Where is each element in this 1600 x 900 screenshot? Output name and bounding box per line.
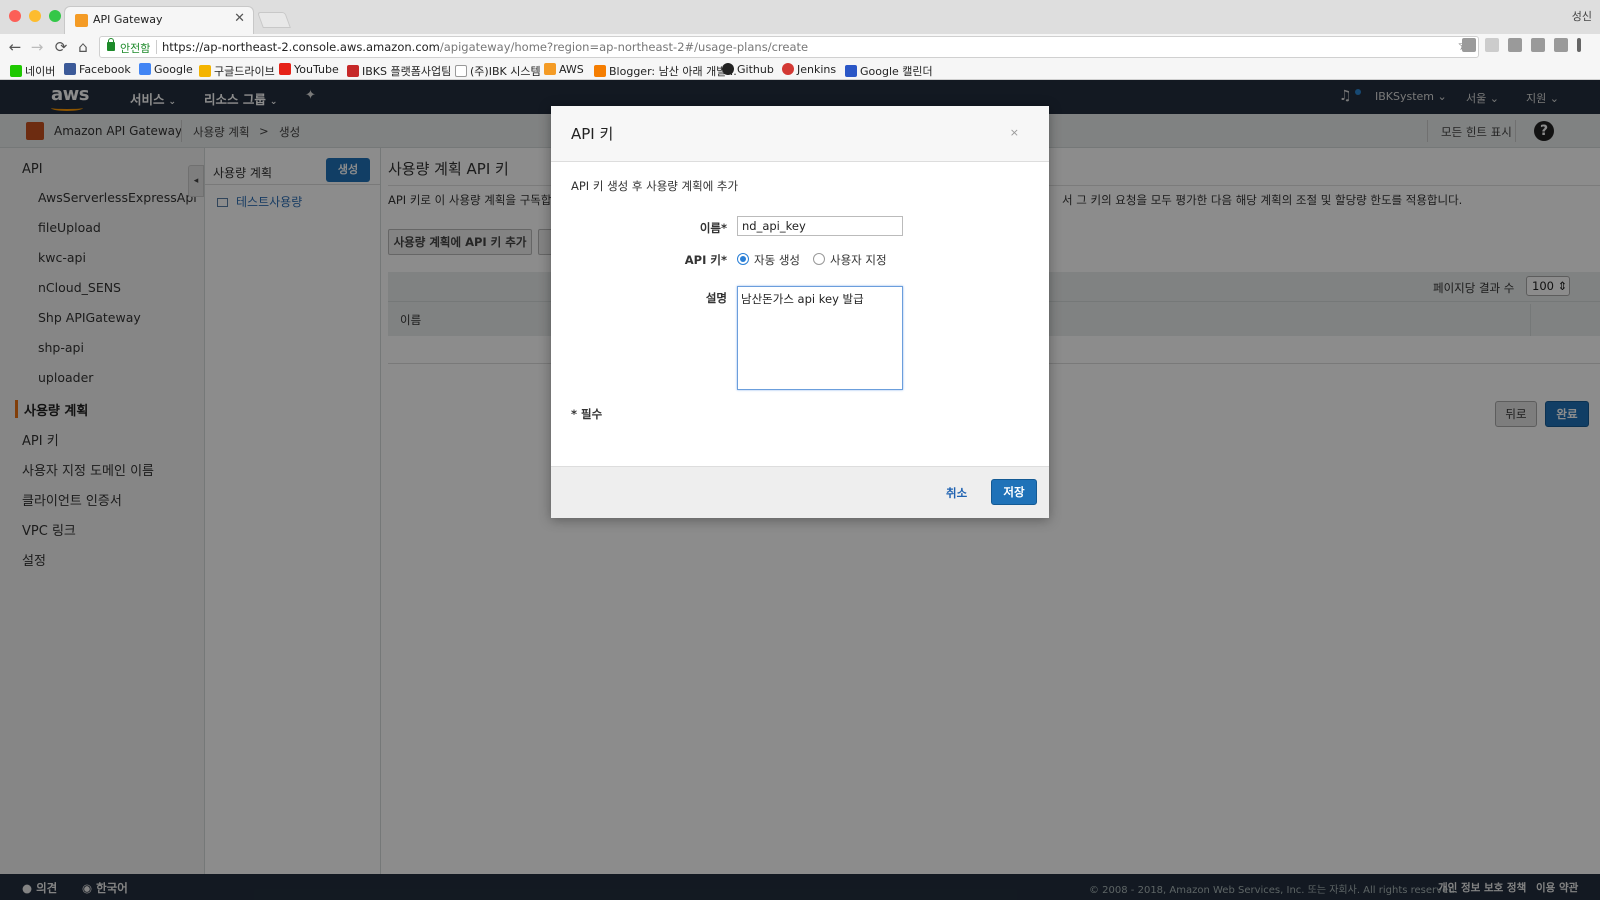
menu-icon[interactable] <box>1577 38 1581 52</box>
bookmark-item[interactable]: Blogger: 남산 아래 개발... <box>594 63 737 79</box>
auto-generate-radio[interactable] <box>737 253 749 265</box>
name-label: 이름* <box>699 221 727 235</box>
bookmark-label: 구글드라이브 <box>214 65 275 78</box>
browser-toolbar: ← → ⟳ ⌂ 안전함 https://ap-northeast-2.conso… <box>0 34 1600 60</box>
aws-icon <box>544 63 556 75</box>
close-icon[interactable]: × <box>1010 126 1019 139</box>
aws-favicon-icon <box>75 14 88 27</box>
bookmark-item[interactable]: Google 캘린더 <box>845 63 933 79</box>
tab-title: API Gateway <box>93 13 163 26</box>
page-icon <box>455 65 467 77</box>
url-bar[interactable]: 안전함 https://ap-northeast-2.console.aws.a… <box>99 36 1479 58</box>
blogger-icon <box>594 65 606 77</box>
bookmark-label: Google <box>154 63 193 76</box>
drive-icon <box>199 65 211 77</box>
reload-icon[interactable]: ⟳ <box>52 38 70 56</box>
bookmarks-bar: 네이버 Facebook Google 구글드라이브 YouTube IBKS … <box>0 60 1600 80</box>
window-zoom-button[interactable] <box>49 10 61 22</box>
profile-name[interactable]: 성신 <box>1572 8 1592 24</box>
bookmark-label: Jenkins <box>797 63 837 76</box>
save-button[interactable]: 저장 <box>991 479 1037 505</box>
tab-close-icon[interactable]: ✕ <box>234 11 245 26</box>
dialog-footer: 취소 저장 <box>551 466 1049 518</box>
dialog-subtitle: API 키 생성 후 사용량 계획에 추가 <box>571 179 739 193</box>
bookmark-label: YouTube <box>294 63 339 76</box>
bookmark-item[interactable]: 네이버 <box>10 63 55 79</box>
api-key-label: API 키* <box>684 253 727 267</box>
calendar-icon <box>845 65 857 77</box>
dialog-header: API 키 × <box>551 106 1049 162</box>
browser-tab[interactable]: API Gateway ✕ <box>64 6 254 34</box>
custom-label[interactable]: 사용자 지정 <box>830 252 887 268</box>
ibks-icon <box>347 65 359 77</box>
lock-icon <box>107 38 115 51</box>
extensions <box>1462 38 1590 55</box>
bookmark-item[interactable]: 구글드라이브 <box>199 63 275 79</box>
bookmark-label: Blogger: 남산 아래 개발... <box>609 65 737 78</box>
custom-radio[interactable] <box>813 253 825 265</box>
extension-icon[interactable] <box>1531 38 1545 52</box>
url-separator <box>156 40 157 54</box>
bookmark-label: Github <box>737 63 774 76</box>
extension-icon[interactable] <box>1462 38 1476 52</box>
home-icon[interactable]: ⌂ <box>74 38 92 56</box>
bookmark-label: 네이버 <box>25 65 56 78</box>
bookmark-item[interactable]: (주)IBK 시스템 <box>455 63 541 79</box>
url-path: /apigateway/home?region=ap-northeast-2#/… <box>439 40 809 54</box>
window-minimize-button[interactable] <box>29 10 41 22</box>
name-field[interactable] <box>737 216 903 236</box>
url-host: https://ap-northeast-2.console.aws.amazo… <box>162 40 440 54</box>
bookmark-label: Facebook <box>79 63 131 76</box>
youtube-icon <box>279 63 291 75</box>
github-icon <box>722 63 734 75</box>
back-icon[interactable]: ← <box>6 38 24 56</box>
naver-icon <box>10 65 22 77</box>
bookmark-label: (주)IBK 시스템 <box>470 65 541 78</box>
bookmark-item[interactable]: YouTube <box>279 63 339 76</box>
extension-icon[interactable] <box>1554 38 1568 52</box>
bookmark-item[interactable]: Facebook <box>64 63 131 76</box>
description-label: 설명 <box>705 291 727 305</box>
google-icon <box>139 63 151 75</box>
browser-titlebar: API Gateway ✕ 성신 <box>0 0 1600 34</box>
bookmark-item[interactable]: Google <box>139 63 193 76</box>
required-note: * 필수 <box>571 407 603 421</box>
url-text[interactable]: https://ap-northeast-2.console.aws.amazo… <box>162 40 808 54</box>
cancel-button[interactable]: 취소 <box>946 485 967 501</box>
bookmark-item[interactable]: IBKS 플랫폼사업팀 <box>347 63 451 79</box>
dialog-title: API 키 <box>571 125 614 143</box>
auto-generate-label[interactable]: 자동 생성 <box>754 252 800 268</box>
bookmark-item[interactable]: Github <box>722 63 774 76</box>
api-key-dialog: API 키 × API 키 생성 후 사용량 계획에 추가 이름* API 키*… <box>551 106 1049 518</box>
bookmark-item[interactable]: Jenkins <box>782 63 836 76</box>
window-close-button[interactable] <box>9 10 21 22</box>
secure-label: 안전함 <box>120 42 151 55</box>
facebook-icon <box>64 63 76 75</box>
description-field[interactable]: 남산돈가스 api key 발급 <box>737 286 903 390</box>
bookmark-label: Google 캘린더 <box>860 65 933 78</box>
extension-icon[interactable] <box>1485 38 1499 52</box>
new-tab-button[interactable] <box>257 12 291 28</box>
jenkins-icon <box>782 63 794 75</box>
forward-icon[interactable]: → <box>28 38 46 56</box>
bookmark-label: AWS <box>559 63 584 76</box>
extension-icon[interactable] <box>1508 38 1522 52</box>
bookmark-label: IBKS 플랫폼사업팀 <box>362 65 452 78</box>
bookmark-item[interactable]: AWS <box>544 63 584 76</box>
